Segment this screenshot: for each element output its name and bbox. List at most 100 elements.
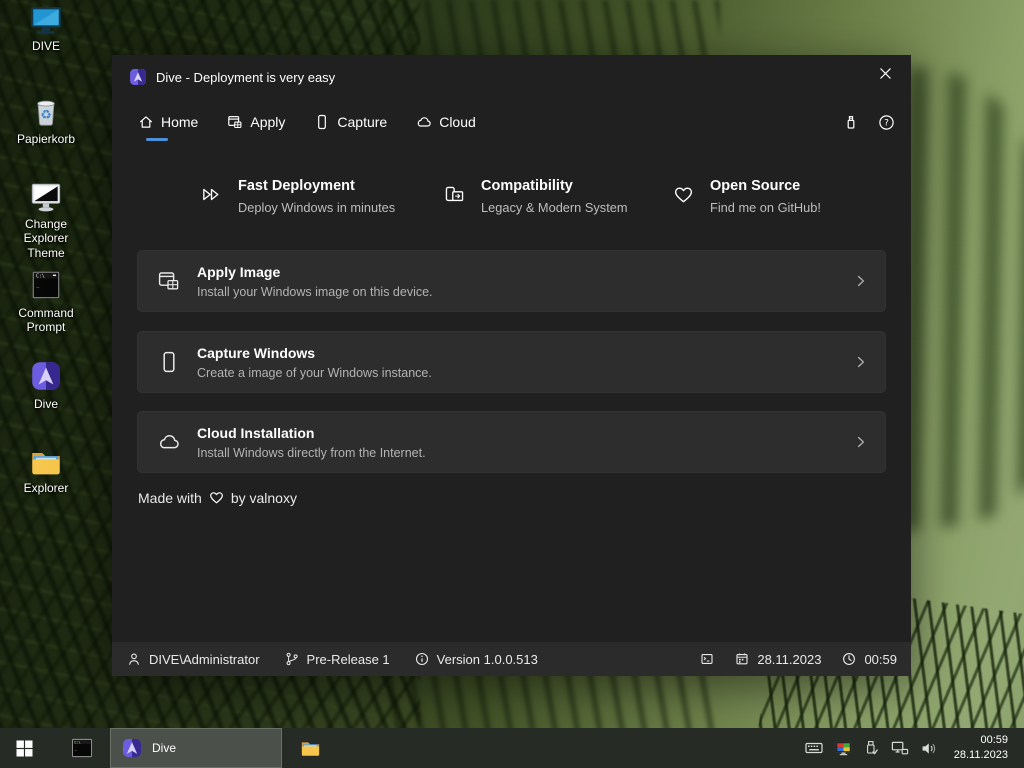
- card-title: Capture Windows: [197, 344, 316, 361]
- keyboard-icon: [805, 742, 823, 754]
- taskbar: C:\ _ Dive 00:59 28.11.2023: [0, 728, 1024, 768]
- statusbar-user-text: DIVE\Administrator: [149, 651, 260, 667]
- usb-drive-button[interactable]: [843, 114, 859, 131]
- tab-label: Home: [161, 114, 199, 130]
- active-tab-indicator: [146, 138, 168, 141]
- desktop-icon-explorer[interactable]: Explorer: [6, 446, 86, 495]
- card-title: Apply Image: [197, 263, 281, 280]
- chevron-right-icon: [857, 275, 865, 287]
- tab-label: Capture: [337, 114, 388, 130]
- network-tray-button[interactable]: [891, 741, 909, 756]
- display-color-icon: [835, 741, 852, 755]
- desktop: DIVE ♻ Papierkorb Change Explorer Theme …: [0, 0, 1024, 768]
- desktop-icon-label: Explorer: [23, 481, 69, 495]
- card-apply-image[interactable]: Apply Image Install your Windows image o…: [137, 250, 886, 312]
- dive-app-window: Dive - Deployment is very easy Home Appl…: [112, 55, 911, 676]
- card-subtitle: Install Windows directly from the Intern…: [197, 445, 426, 460]
- nav-right-actions: ?: [843, 114, 895, 131]
- window-title: Dive - Deployment is very easy: [156, 70, 336, 85]
- cloud-icon: [417, 117, 431, 127]
- desktop-icon-command-prompt[interactable]: C:\ _ Command Prompt: [6, 269, 86, 335]
- tab-home[interactable]: Home: [136, 111, 200, 141]
- made-with-suffix: by valnoxy: [230, 489, 297, 506]
- made-with-prefix: Made with: [138, 489, 202, 506]
- taskbar-explorer[interactable]: [290, 728, 330, 768]
- usb-eject-tray-button[interactable]: [864, 740, 879, 756]
- volume-tray-button[interactable]: [921, 741, 938, 756]
- svg-text:C:\: C:\: [36, 274, 45, 280]
- desktop-icon-label: Dive: [33, 397, 58, 411]
- statusbar-version: Version 1.0.0.513: [415, 652, 538, 667]
- display-settings-tray-button[interactable]: [835, 741, 852, 756]
- speaker-icon: [922, 742, 935, 754]
- desktop-icon-recycle-bin[interactable]: ♻ Papierkorb: [6, 93, 86, 146]
- card-capture-windows[interactable]: Capture Windows Create a image of your W…: [137, 331, 886, 393]
- chevron-right-icon: [857, 436, 865, 448]
- feature-subtitle: Deploy Windows in minutes: [238, 200, 396, 215]
- network-icon: [891, 741, 908, 754]
- card-title: Cloud Installation: [197, 424, 315, 441]
- calendar-icon: [736, 653, 748, 665]
- branch-icon: [286, 652, 298, 666]
- theme-monitor-icon: [31, 183, 61, 212]
- smartphone-icon: [163, 351, 175, 373]
- smartphone-icon: [318, 114, 327, 130]
- statusbar-right: 28.11.2023 00:59: [679, 652, 897, 667]
- usb-eject-icon: [866, 741, 878, 755]
- taskbar-command-prompt[interactable]: C:\ _: [62, 728, 102, 768]
- help-button[interactable]: ?: [878, 114, 895, 131]
- feature-fast-deployment: Fast Deployment Deploy Windows in minute…: [200, 178, 395, 215]
- feature-title: Compatibility: [481, 178, 573, 194]
- taskbar-time: 00:59: [980, 734, 1008, 747]
- svg-text:?: ?: [884, 118, 889, 128]
- desktop-icon-label: Change Explorer Theme: [23, 217, 69, 260]
- tab-apply[interactable]: Apply: [225, 111, 287, 133]
- statusbar-release: Pre-Release 1: [285, 652, 390, 667]
- terminal-icon: C:\ _: [32, 271, 60, 299]
- close-button[interactable]: [865, 59, 905, 87]
- tab-capture[interactable]: Capture: [312, 111, 389, 133]
- statusbar-console: [700, 652, 714, 666]
- desktop-icon-dive-pc[interactable]: DIVE: [6, 6, 86, 53]
- tab-cloud[interactable]: Cloud: [414, 111, 478, 133]
- keyboard-tray-button[interactable]: [805, 741, 823, 755]
- svg-text:C:\: C:\: [74, 740, 80, 744]
- start-button[interactable]: [0, 728, 48, 768]
- apply-window-icon: [228, 115, 242, 129]
- feature-subtitle: Legacy & Modern System: [481, 200, 628, 215]
- apply-window-icon: [158, 272, 179, 290]
- window-statusbar: DIVE\Administrator Pre-Release 1 Version…: [112, 642, 911, 676]
- windows-logo-icon: [16, 740, 32, 756]
- statusbar-date: 28.11.2023: [735, 652, 821, 667]
- taskbar-date: 28.11.2023: [953, 749, 1008, 761]
- terminal-icon: C:\ _: [72, 738, 92, 758]
- fast-forward-icon: [203, 188, 219, 201]
- heart-icon: [209, 492, 223, 504]
- statusbar-time-text: 00:59: [864, 651, 897, 667]
- taskbar-clock[interactable]: 00:59 28.11.2023: [950, 733, 1014, 763]
- window-titlebar[interactable]: Dive - Deployment is very easy: [112, 55, 911, 99]
- cloud-icon: [159, 435, 179, 449]
- feature-compatibility: Compatibility Legacy & Modern System: [443, 178, 628, 215]
- devices-icon: [445, 186, 464, 202]
- desktop-icon-dive-app[interactable]: Dive: [6, 358, 86, 411]
- console-icon: [701, 654, 713, 664]
- statusbar-release-text: Pre-Release 1: [306, 651, 390, 667]
- nav-bar: Home Apply Capture Cloud ?: [136, 105, 895, 141]
- taskbar-dive-task[interactable]: Dive: [110, 728, 282, 768]
- info-icon: [415, 652, 428, 666]
- taskbar-task-label: Dive: [152, 741, 177, 755]
- desktop-icon-change-explorer-theme[interactable]: Change Explorer Theme: [6, 182, 86, 260]
- close-icon: [879, 67, 891, 79]
- folder-icon: [32, 453, 60, 475]
- statusbar-version-text: Version 1.0.0.513: [436, 651, 538, 667]
- tab-label: Apply: [250, 114, 286, 130]
- usb-drive-icon: [847, 115, 855, 129]
- system-tray: 00:59 28.11.2023: [805, 728, 1024, 768]
- monitor-icon: [31, 7, 61, 34]
- dive-logo-icon: [32, 362, 60, 390]
- home-icon: [140, 116, 152, 128]
- dive-logo-icon: [130, 69, 146, 85]
- statusbar-date-text: 28.11.2023: [757, 651, 822, 667]
- card-cloud-installation[interactable]: Cloud Installation Install Windows direc…: [137, 411, 886, 473]
